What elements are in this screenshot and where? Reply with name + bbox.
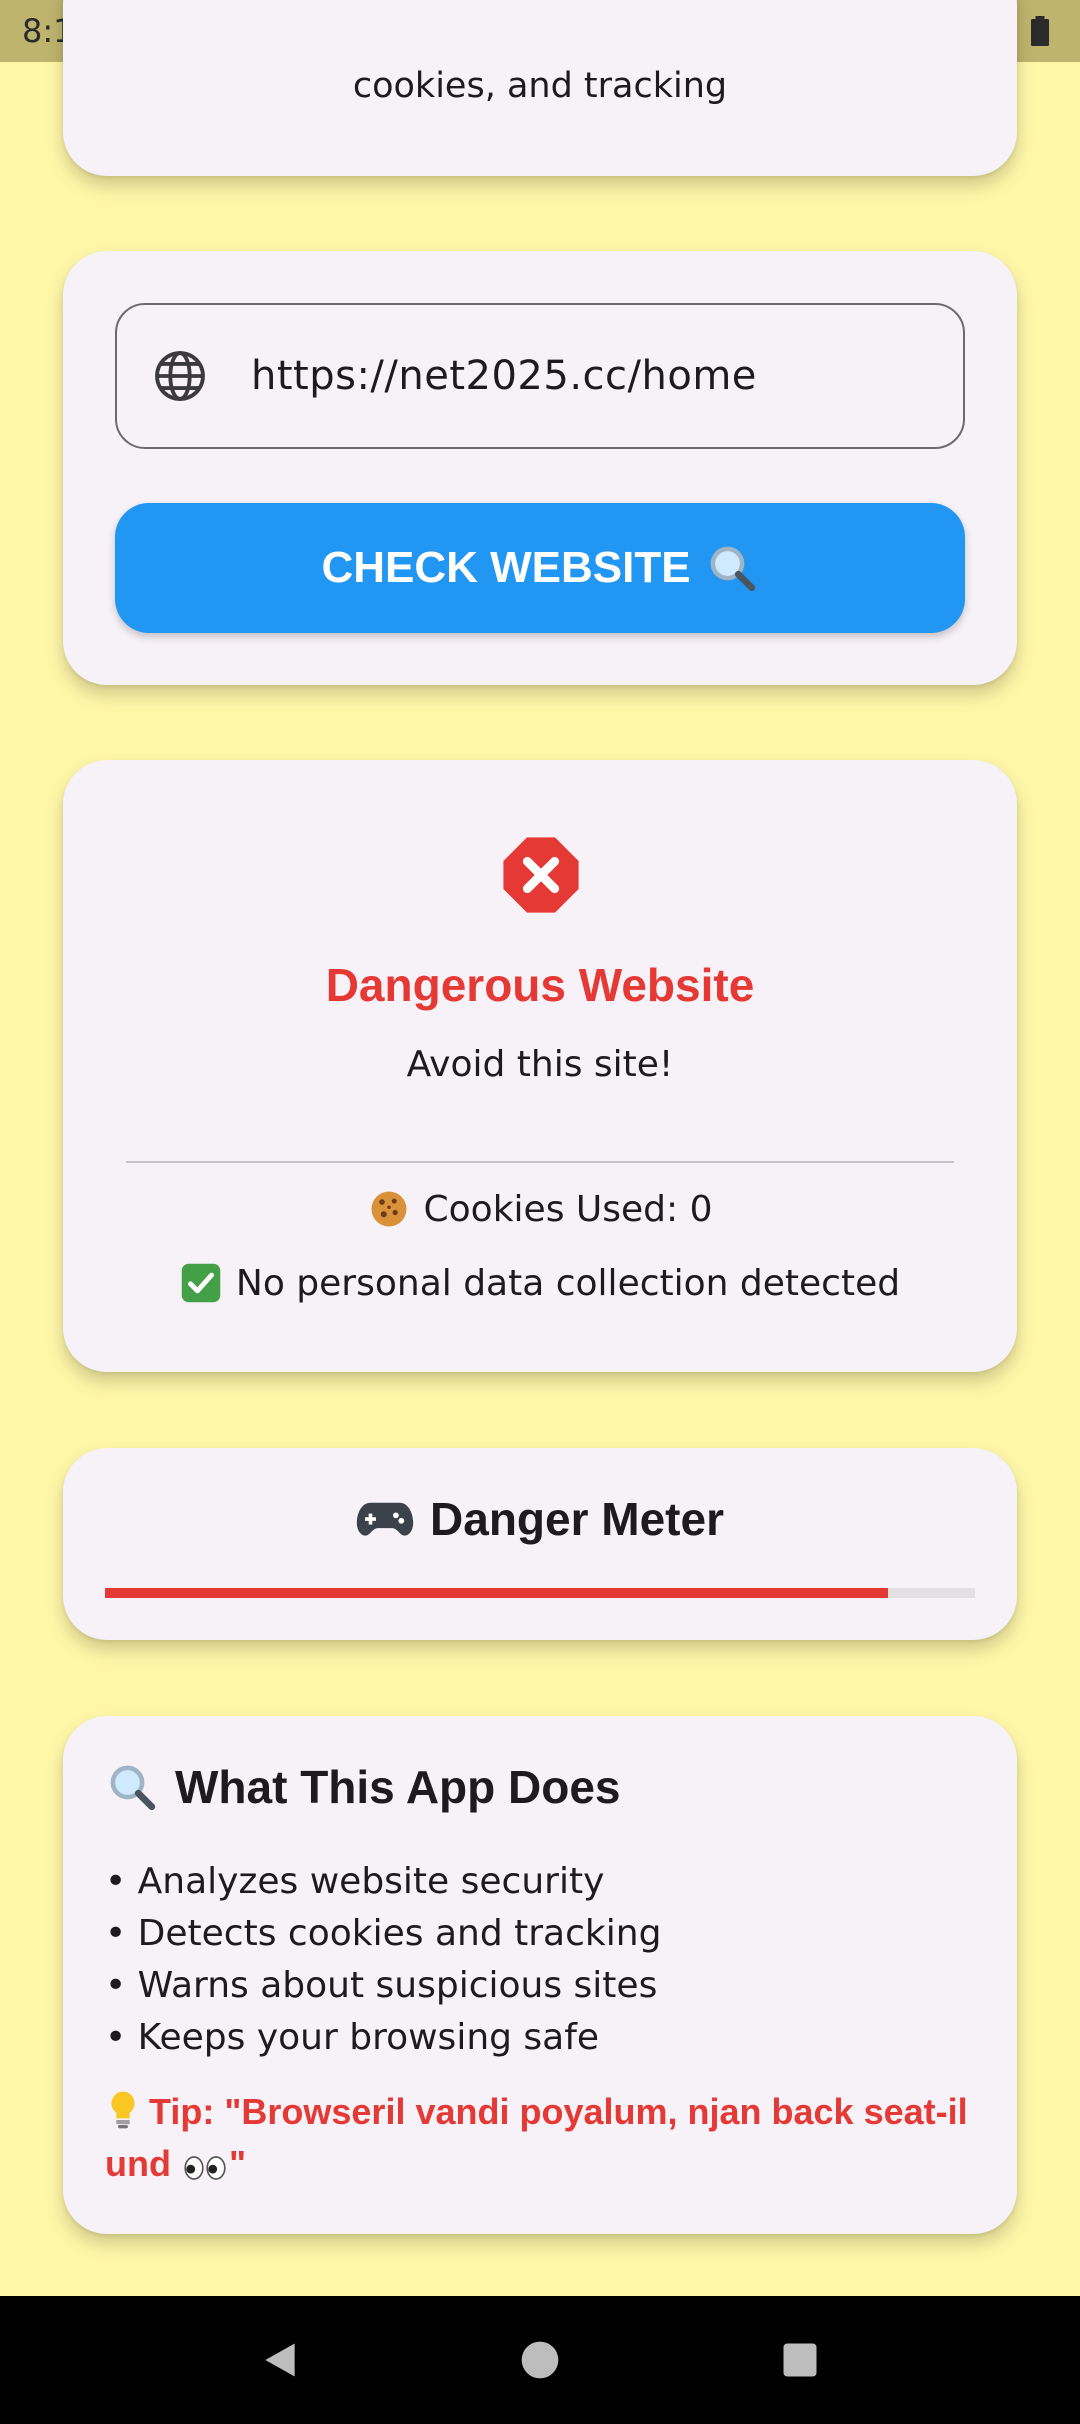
data-collection-row: No personal data collection detected xyxy=(63,1262,1017,1304)
result-card: Dangerous Website Avoid this site! Cooki… xyxy=(63,760,1017,1372)
check-mark-icon xyxy=(181,1263,221,1303)
result-divider xyxy=(126,1161,954,1163)
about-title: What This App Does xyxy=(175,1761,621,1813)
data-collection-text: No personal data collection detected xyxy=(235,1262,901,1304)
check-website-button[interactable]: CHECK WEBSITE xyxy=(115,503,965,633)
about-title-row: What This App Does xyxy=(105,1760,621,1814)
recents-icon[interactable] xyxy=(778,2338,822,2382)
cookies-used-text: Cookies Used: 0 xyxy=(423,1188,713,1230)
check-website-label: CHECK WEBSITE xyxy=(321,543,691,592)
feature-list: • Analyzes website security • Detects co… xyxy=(105,1856,661,2064)
gamepad-icon xyxy=(356,1502,414,1536)
light-bulb-icon xyxy=(111,2091,135,2129)
result-subtitle: Avoid this site! xyxy=(406,1044,674,1085)
battery-icon xyxy=(1031,16,1049,46)
cookie-icon xyxy=(371,1191,407,1227)
url-value: https://net2025.cc/home xyxy=(251,353,757,399)
result-title: Dangerous Website xyxy=(325,959,755,1011)
cookies-used-row: Cookies Used: 0 xyxy=(63,1188,1017,1230)
list-item: • Detects cookies and tracking xyxy=(105,1913,662,1954)
danger-meter-bar xyxy=(105,1588,975,1598)
tip-closing-quote: " xyxy=(229,2143,247,2184)
list-item: • Keeps your browsing safe xyxy=(105,2017,600,2058)
back-icon[interactable] xyxy=(258,2338,302,2382)
tip-text-block: Tip: "Browseril vandi poyalum, njan back… xyxy=(105,2086,985,2190)
url-check-card: https://net2025.cc/home CHECK WEBSITE xyxy=(63,251,1017,685)
about-card: What This App Does • Analyzes website se… xyxy=(63,1716,1017,2234)
list-item: • Analyzes website security xyxy=(105,1861,605,1902)
magnifier-icon xyxy=(710,546,755,592)
list-item: • Warns about suspicious sites xyxy=(105,1965,658,2006)
globe-icon xyxy=(155,351,205,401)
danger-meter-title: Danger Meter xyxy=(430,1493,724,1545)
home-icon[interactable] xyxy=(518,2338,562,2382)
danger-meter-title-row: Danger Meter xyxy=(63,1492,1017,1546)
danger-meter-fill xyxy=(105,1588,888,1598)
navigation-bar xyxy=(0,2296,1080,2424)
eyes-icon xyxy=(184,2156,226,2180)
intro-card: cookies, and tracking xyxy=(63,0,1017,176)
magnifier-icon xyxy=(110,1765,156,1811)
intro-text: cookies, and tracking xyxy=(352,66,728,106)
url-input[interactable]: https://net2025.cc/home xyxy=(115,303,965,449)
danger-meter-card: Danger Meter xyxy=(63,1448,1017,1640)
danger-stop-icon xyxy=(503,837,579,913)
